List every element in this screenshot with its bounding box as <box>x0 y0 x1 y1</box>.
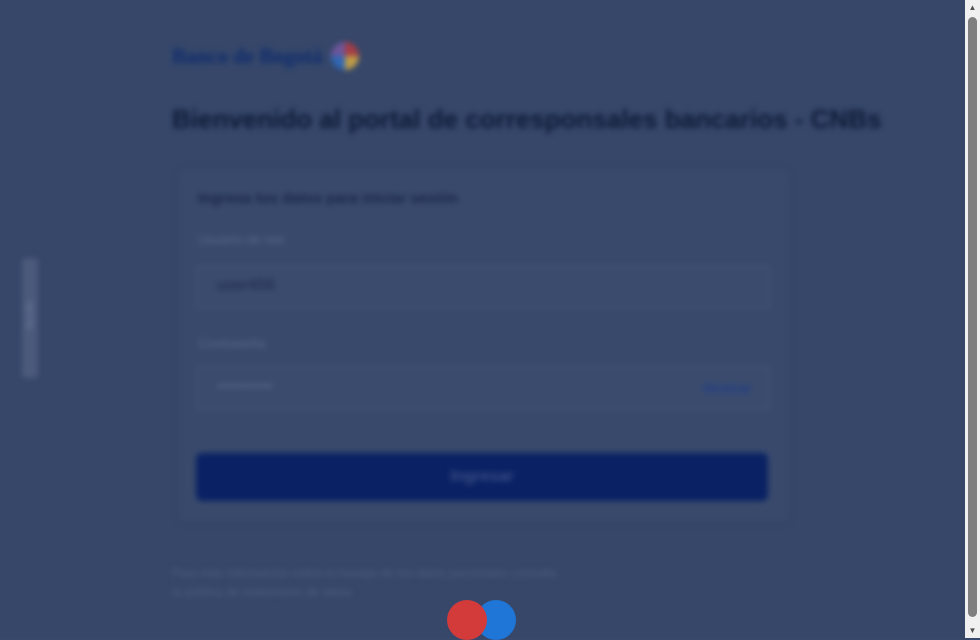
scroll-down-arrow-icon[interactable]: ▼ <box>965 623 980 638</box>
side-help-tab-label: Ayuda <box>24 301 36 330</box>
password-field-box: Mostrar <box>196 366 770 410</box>
login-subtitle: Ingresa tus datos para iniciar sesión <box>198 190 459 207</box>
spinner-red-dot <box>447 600 487 640</box>
footer-line-1: Para más información sobre el manejo de … <box>172 566 557 580</box>
username-field-box <box>196 265 770 309</box>
bank-logo-icon <box>330 42 359 70</box>
username-input[interactable] <box>215 276 679 296</box>
blurred-page-content: Ayuda Banco de Bogotá Bienvenido al port… <box>0 0 965 638</box>
vertical-scrollbar[interactable]: ▲ ▼ <box>965 0 980 638</box>
page-title: Bienvenido al portal de corresponsales b… <box>172 104 882 134</box>
bank-name: Banco de Bogotá <box>172 43 323 68</box>
bank-logo: Banco de Bogotá <box>172 42 359 70</box>
show-password-link[interactable]: Mostrar <box>704 380 751 396</box>
footer-privacy-link[interactable]: la política de tratamiento de datos <box>172 585 352 599</box>
scroll-up-arrow-icon[interactable]: ▲ <box>965 0 980 15</box>
username-label: Usuario de red <box>198 232 284 247</box>
page-background: Ayuda Banco de Bogotá Bienvenido al port… <box>0 0 965 640</box>
loading-spinner <box>447 600 519 640</box>
password-label: Contraseña <box>198 336 266 351</box>
password-input[interactable] <box>215 377 679 397</box>
scrollbar-thumb[interactable] <box>968 17 977 617</box>
login-button[interactable]: Ingresar <box>196 453 768 501</box>
side-help-tab[interactable]: Ayuda <box>22 258 38 378</box>
